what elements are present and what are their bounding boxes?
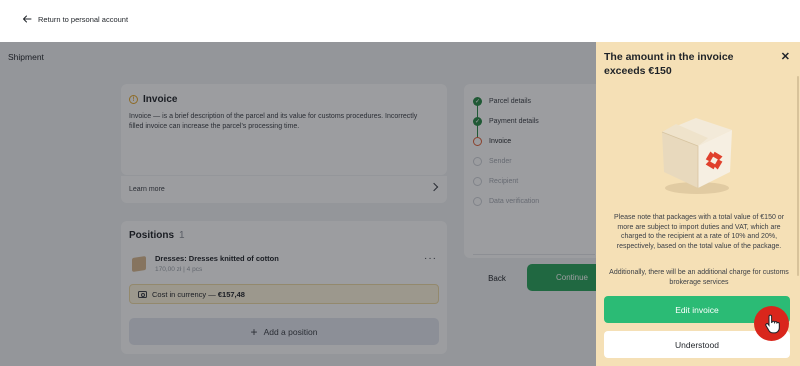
panel-title: The amount in the invoice exceeds €150 xyxy=(604,51,734,77)
pointer-cursor-icon xyxy=(754,306,789,341)
parcel-box-illustration xyxy=(661,118,732,194)
return-to-account-link[interactable]: Return to personal account xyxy=(22,14,128,24)
panel-brokerage-notice: Additionally, there will be an additiona… xyxy=(609,269,789,286)
modal-backdrop[interactable] xyxy=(0,42,596,366)
return-to-account-label: Return to personal account xyxy=(38,14,129,24)
arrow-left-icon xyxy=(23,15,32,23)
panel-scrollbar[interactable] xyxy=(797,76,799,276)
panel-duty-notice: Please note that packages with a total v… xyxy=(613,214,785,250)
top-bar: Return to personal account xyxy=(0,0,800,42)
close-icon[interactable]: ✕ xyxy=(781,50,790,63)
hand-pointer-icon xyxy=(764,314,780,333)
